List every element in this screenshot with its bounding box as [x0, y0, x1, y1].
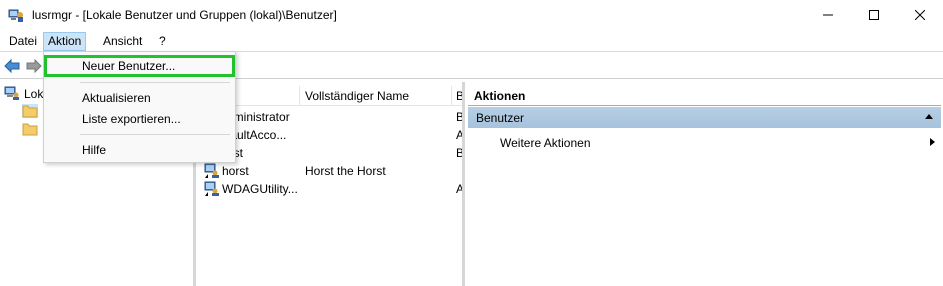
menu-bar: Datei Aktion Ansicht ?	[0, 30, 943, 52]
close-button[interactable]	[897, 0, 943, 30]
tree-folder-users[interactable]	[22, 104, 38, 118]
tree-folder-groups[interactable]	[22, 122, 38, 136]
menu-help[interactable]: ?	[155, 32, 170, 51]
maximize-button[interactable]	[851, 0, 897, 30]
user-icon	[204, 163, 220, 179]
minimize-button[interactable]	[805, 0, 851, 30]
title-bar: lusrmgr - [Lokale Benutzer und Gruppen (…	[0, 0, 943, 30]
description-cell: B	[456, 146, 465, 160]
menu-item-export-list[interactable]: Liste exportieren...	[44, 108, 235, 130]
menu-ansicht[interactable]: Ansicht	[99, 32, 146, 51]
description-cell: B	[456, 110, 465, 124]
user-name-cell: dministrator	[227, 110, 290, 124]
user-icon	[204, 181, 220, 197]
tree-root-node[interactable]: Lok	[4, 85, 43, 103]
column-divider[interactable]	[451, 86, 452, 106]
full-name-cell: Horst the Horst	[305, 164, 386, 178]
actions-pane: Aktionen Benutzer Weitere Aktionen	[468, 82, 943, 286]
column-header-fullname[interactable]: Vollständiger Name	[305, 89, 409, 103]
table-row[interactable]: est B	[199, 144, 465, 162]
list-header: e Vollständiger Name B	[199, 86, 462, 106]
computer-management-icon	[8, 7, 24, 23]
actions-header: Aktionen	[468, 86, 941, 106]
user-name-cell: horst	[222, 164, 249, 178]
description-cell: A	[456, 182, 465, 196]
actions-section-label: Benutzer	[476, 111, 525, 125]
table-row[interactable]: WDAGUtility... A	[199, 180, 465, 198]
collapse-arrow-icon[interactable]	[925, 114, 933, 119]
table-row[interactable]: dministrator B	[199, 108, 465, 126]
user-list-pane: e Vollständiger Name B dministrator B fa…	[199, 82, 465, 286]
table-row[interactable]: horst Horst the Horst	[199, 162, 462, 180]
tree-root-label: Lok	[24, 87, 44, 101]
submenu-arrow-icon[interactable]	[930, 138, 935, 146]
column-header-description[interactable]: B	[456, 89, 462, 103]
menu-item-new-user[interactable]: Neuer Benutzer...	[44, 55, 235, 77]
forward-arrow-icon[interactable]	[25, 57, 43, 75]
menu-aktion[interactable]: Aktion	[43, 32, 87, 51]
users-groups-icon	[4, 85, 20, 104]
menu-item-help[interactable]: Hilfe	[44, 139, 235, 161]
action-more-actions[interactable]: Weitere Aktionen	[500, 136, 591, 150]
back-arrow-icon[interactable]	[3, 57, 21, 75]
column-divider[interactable]	[299, 86, 300, 106]
menu-divider	[80, 82, 230, 83]
actions-section-benutzer[interactable]: Benutzer	[468, 107, 941, 128]
aktion-dropdown-menu: Neuer Benutzer... Aktualisieren Liste ex…	[43, 51, 236, 163]
window-title: lusrmgr - [Lokale Benutzer und Gruppen (…	[32, 8, 337, 22]
menu-datei[interactable]: Datei	[5, 32, 41, 51]
user-name-cell: WDAGUtility...	[222, 182, 298, 196]
menu-item-refresh[interactable]: Aktualisieren	[44, 87, 235, 109]
description-cell: A	[456, 128, 465, 142]
menu-divider	[80, 134, 230, 135]
table-row[interactable]: faultAcco... A	[199, 126, 465, 144]
